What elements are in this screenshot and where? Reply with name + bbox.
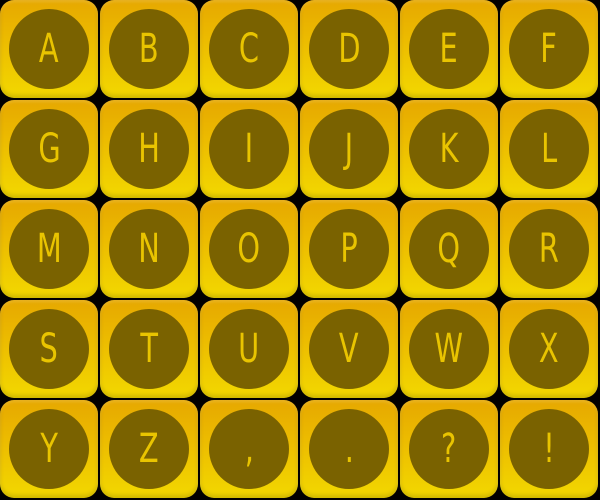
key-w[interactable]: W <box>400 300 498 398</box>
key-face: , <box>209 409 289 489</box>
key-face: V <box>309 309 389 389</box>
key-face: P <box>309 209 389 289</box>
key-label: Q <box>437 226 461 272</box>
key-label: P <box>340 226 358 272</box>
key-label: . <box>344 426 354 472</box>
key-face: T <box>109 309 189 389</box>
key-b[interactable]: B <box>100 0 198 98</box>
key-face: M <box>9 209 89 289</box>
key-comma[interactable]: , <box>200 400 298 498</box>
key-face: . <box>309 409 389 489</box>
key-face: ! <box>509 409 589 489</box>
key-face: N <box>109 209 189 289</box>
key-face: O <box>209 209 289 289</box>
key-label: S <box>39 326 59 372</box>
key-label: H <box>138 126 160 172</box>
key-face: F <box>509 9 589 89</box>
key-label: O <box>237 226 261 272</box>
key-face: Z <box>109 409 189 489</box>
key-label: L <box>540 126 558 172</box>
key-v[interactable]: V <box>300 300 398 398</box>
key-z[interactable]: Z <box>100 400 198 498</box>
key-label: F <box>540 26 558 72</box>
key-g[interactable]: G <box>0 100 98 198</box>
key-question-mark[interactable]: ? <box>400 400 498 498</box>
key-label: Y <box>40 426 58 472</box>
key-face: ? <box>409 409 489 489</box>
key-e[interactable]: E <box>400 0 498 98</box>
key-label: D <box>337 26 361 72</box>
key-label: K <box>439 126 459 172</box>
key-label: ! <box>543 426 555 472</box>
key-face: U <box>209 309 289 389</box>
key-label: A <box>39 26 59 72</box>
key-face: S <box>9 309 89 389</box>
key-label: G <box>37 126 61 172</box>
key-face: G <box>9 109 89 189</box>
key-u[interactable]: U <box>200 300 298 398</box>
key-s[interactable]: S <box>0 300 98 398</box>
key-label: Z <box>139 426 159 472</box>
key-face: K <box>409 109 489 189</box>
key-face: B <box>109 9 189 89</box>
key-y[interactable]: Y <box>0 400 98 498</box>
key-label: , <box>244 426 254 472</box>
key-label: ? <box>441 426 457 472</box>
key-label: R <box>538 226 559 272</box>
key-label: U <box>238 326 260 372</box>
key-face: I <box>209 109 289 189</box>
key-label: N <box>138 226 160 272</box>
key-face: W <box>409 309 489 389</box>
key-t[interactable]: T <box>100 300 198 398</box>
key-face: Q <box>409 209 489 289</box>
key-face: Y <box>9 409 89 489</box>
key-r[interactable]: R <box>500 200 598 298</box>
key-f[interactable]: F <box>500 0 598 98</box>
key-x[interactable]: X <box>500 300 598 398</box>
key-face: L <box>509 109 589 189</box>
key-face: A <box>9 9 89 89</box>
key-p[interactable]: P <box>300 200 398 298</box>
key-j[interactable]: J <box>300 100 398 198</box>
key-label: W <box>434 326 464 372</box>
key-period[interactable]: . <box>300 400 398 498</box>
key-k[interactable]: K <box>400 100 498 198</box>
key-face: E <box>409 9 489 89</box>
key-label: J <box>344 126 354 172</box>
key-label: V <box>339 326 359 372</box>
key-q[interactable]: Q <box>400 200 498 298</box>
key-label: B <box>139 26 159 72</box>
key-face: R <box>509 209 589 289</box>
key-c[interactable]: C <box>200 0 298 98</box>
key-n[interactable]: N <box>100 200 198 298</box>
key-a[interactable]: A <box>0 0 98 98</box>
key-exclamation-mark[interactable]: ! <box>500 400 598 498</box>
key-label: T <box>140 326 158 372</box>
key-face: J <box>309 109 389 189</box>
key-label: E <box>439 26 459 72</box>
letter-keypad: A B C D E F G H I J K L M N O P Q R S T … <box>0 0 598 498</box>
key-o[interactable]: O <box>200 200 298 298</box>
key-m[interactable]: M <box>0 200 98 298</box>
key-face: H <box>109 109 189 189</box>
key-label: C <box>238 26 260 72</box>
key-face: D <box>309 9 389 89</box>
key-l[interactable]: L <box>500 100 598 198</box>
key-face: X <box>509 309 589 389</box>
key-label: X <box>539 326 559 372</box>
key-label: I <box>244 126 254 172</box>
key-h[interactable]: H <box>100 100 198 198</box>
key-d[interactable]: D <box>300 0 398 98</box>
key-face: C <box>209 9 289 89</box>
key-label: M <box>36 226 62 272</box>
key-i[interactable]: I <box>200 100 298 198</box>
